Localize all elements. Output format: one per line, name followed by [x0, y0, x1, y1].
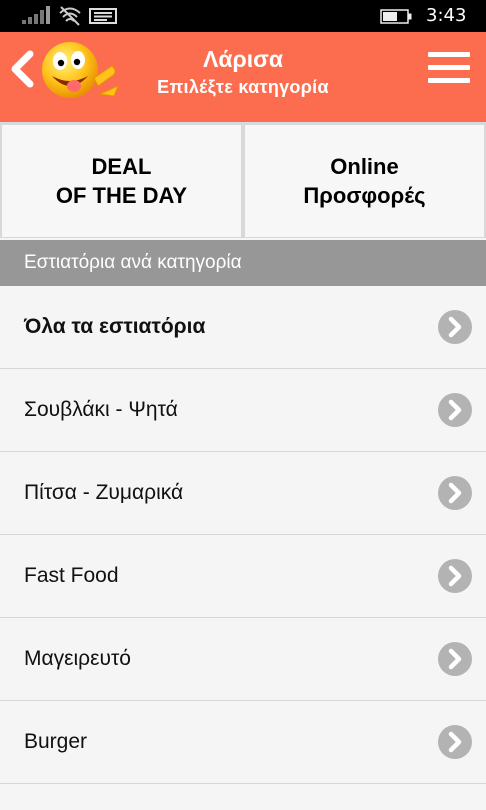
chevron-right-icon [438, 559, 472, 593]
list-item-label: Σουβλάκι - Ψητά [24, 398, 178, 421]
list-item-label: Μαγειρευτό [24, 647, 131, 670]
city-title: Λάρισα [203, 46, 283, 72]
section-header: Εστιατόρια ανά κατηγορία [0, 240, 486, 286]
clock-time: 3:43 [426, 5, 467, 26]
message-icon [89, 8, 117, 24]
deal-label-line1: DEAL [91, 154, 152, 179]
promo-tiles: DEAL OF THE DAY Online Προσφορές [0, 122, 486, 238]
hamburger-menu-icon[interactable] [428, 52, 470, 84]
list-item[interactable]: Fast Food [0, 535, 486, 618]
list-item[interactable]: Μαγειρευτό [0, 618, 486, 701]
status-bar: 3:43 [0, 0, 486, 32]
deal-label-line2: OF THE DAY [55, 183, 188, 208]
category-list: Όλα τα εστιατόρια Σουβλάκι - Ψητά Πίτσα … [0, 286, 486, 784]
chevron-right-icon [438, 310, 472, 344]
list-item-label: Όλα τα εστιατόρια [24, 315, 206, 338]
list-item-label: Burger [24, 730, 88, 753]
section-title: Εστιατόρια ανά κατηγορία [24, 252, 242, 273]
list-item[interactable]: Όλα τα εστιατόρια [0, 286, 486, 369]
list-item[interactable]: Σουβλάκι - Ψητά [0, 369, 486, 452]
online-offers-button[interactable]: Online Προσφορές [245, 125, 484, 237]
list-item[interactable]: Burger [0, 701, 486, 784]
list-item[interactable]: Πίτσα - Ζυμαρικά [0, 452, 486, 535]
page-subtitle: Επιλέξτε κατηγορία [157, 77, 329, 97]
chevron-right-icon [438, 725, 472, 759]
deal-of-the-day-button[interactable]: DEAL OF THE DAY [2, 125, 241, 237]
list-item-label: Fast Food [24, 564, 119, 587]
chevron-right-icon [438, 476, 472, 510]
list-item-label: Πίτσα - Ζυμαρικά [24, 481, 184, 504]
wifi-icon [59, 6, 81, 26]
online-label-line1: Online [330, 154, 399, 179]
battery-icon [380, 9, 412, 24]
signal-icon [22, 6, 50, 24]
chevron-right-icon [438, 393, 472, 427]
app-header: Λάρισα Επιλέξτε κατηγορία [0, 32, 486, 122]
online-label-line2: Προσφορές [303, 183, 426, 208]
chevron-right-icon [438, 642, 472, 676]
